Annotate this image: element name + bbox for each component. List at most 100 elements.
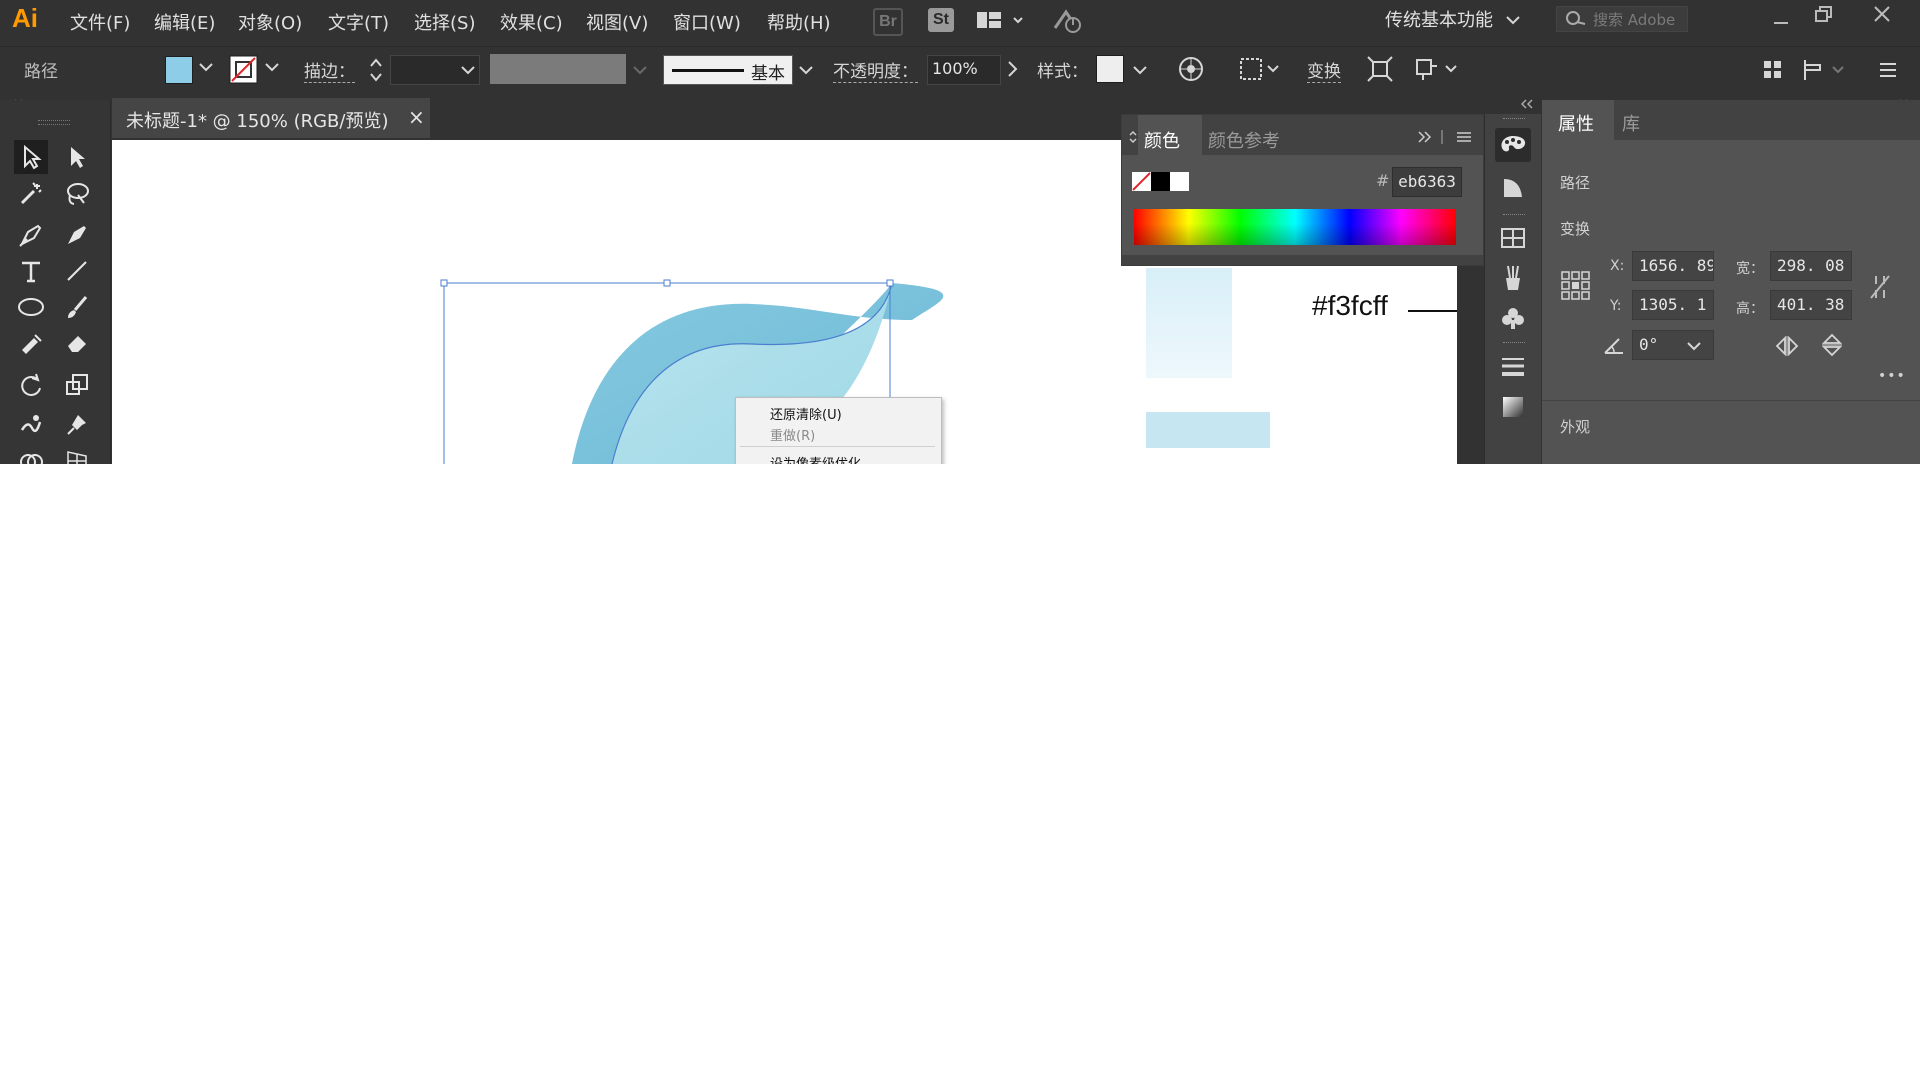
lasso-icon [67, 183, 89, 205]
align-selection-icon[interactable] [1237, 54, 1283, 84]
hex-input[interactable]: eb6363 [1392, 167, 1462, 197]
puppet-warp-tool[interactable] [60, 408, 94, 442]
ellipse-tool[interactable] [14, 290, 48, 324]
paintbrush-tool[interactable] [60, 290, 94, 324]
chevron-down-icon[interactable] [460, 64, 476, 76]
color-spectrum-bar[interactable] [1134, 209, 1456, 245]
line-tool[interactable] [60, 254, 94, 288]
workspace-switcher[interactable]: 传统基本功能 [1385, 6, 1493, 32]
bounding-handle[interactable] [886, 279, 894, 287]
arrange-panels-icon[interactable] [1762, 59, 1784, 81]
bounding-handle[interactable] [663, 279, 671, 287]
shape-builder-icon [20, 454, 43, 464]
stroke-panel-button[interactable] [1495, 350, 1531, 384]
tab-libraries[interactable]: 库 [1622, 110, 1640, 136]
curvature-tool[interactable] [60, 218, 94, 252]
color-guide-button[interactable] [1495, 171, 1531, 205]
expand-panels-icon[interactable] [1518, 98, 1536, 110]
y-position-field[interactable]: 1305. 1 p [1632, 290, 1714, 320]
swatches-button[interactable] [1495, 221, 1531, 255]
pen-tool[interactable] [14, 218, 48, 252]
rotate-tool[interactable] [14, 368, 48, 402]
variable-width-profile[interactable] [490, 54, 626, 84]
context-pixel-optimize[interactable]: 设为像素级优化 [770, 453, 861, 464]
height-field[interactable]: 401. 38 p [1770, 290, 1852, 320]
flip-vertical-icon[interactable] [1820, 332, 1844, 358]
recolor-artwork-icon[interactable] [1177, 55, 1205, 83]
chevron-down-icon[interactable] [198, 61, 214, 73]
chevron-down-icon[interactable] [1686, 340, 1702, 352]
tab-color[interactable]: 颜色 [1144, 127, 1180, 153]
isolate-object-icon[interactable] [1366, 55, 1394, 83]
perspective-grid-tool[interactable] [60, 444, 94, 464]
panel-resize-grip[interactable] [1122, 255, 1483, 265]
gpu-performance-icon[interactable] [1052, 8, 1084, 34]
more-options-button[interactable]: ••• [1878, 368, 1906, 384]
puppet-warp-icon[interactable] [1413, 54, 1461, 84]
pen-icon [19, 224, 42, 247]
menu-view[interactable]: 视图(V) [586, 9, 648, 35]
close-document-button[interactable]: × [408, 105, 425, 129]
magic-wand-tool[interactable] [14, 177, 48, 211]
reference-solid-swatch [1146, 412, 1270, 448]
scale-tool[interactable] [60, 368, 94, 402]
chevron-down-icon[interactable] [798, 64, 814, 76]
bounding-handle[interactable] [440, 279, 448, 287]
menu-effect[interactable]: 效果(C) [500, 9, 563, 35]
menu-file[interactable]: 文件(F) [70, 9, 130, 35]
fill-swatch[interactable] [165, 56, 193, 84]
menu-type[interactable]: 文字(T) [328, 9, 389, 35]
direct-selection-tool[interactable] [60, 140, 94, 174]
context-redo[interactable]: 重做(R) [770, 425, 815, 444]
stroke-none-swatch[interactable] [229, 55, 259, 85]
brushes-button[interactable] [1495, 261, 1531, 295]
distribute-icon[interactable] [1802, 57, 1848, 83]
opacity-label[interactable]: 不透明度： [833, 57, 918, 83]
width-field[interactable]: 298. 08 p [1770, 251, 1852, 281]
context-undo-clear[interactable]: 还原清除(U) [770, 404, 842, 423]
restore-icon[interactable] [1814, 5, 1834, 23]
arrange-documents-icon[interactable] [976, 10, 1028, 32]
close-window-icon[interactable] [1872, 4, 1892, 24]
constrain-proportions-icon[interactable] [1868, 272, 1892, 302]
bridge-button[interactable]: Br [873, 8, 903, 36]
type-tool[interactable] [14, 254, 48, 288]
transform-button[interactable]: 变换 [1307, 57, 1341, 83]
lasso-tool[interactable] [60, 177, 94, 211]
stroke-weight-stepper[interactable] [368, 55, 384, 85]
warp-tool[interactable] [14, 408, 48, 442]
search-adobe-field[interactable]: 搜索 Adobe [1556, 6, 1688, 32]
shaper-tool[interactable] [14, 326, 48, 360]
chevron-down-icon[interactable] [1132, 64, 1148, 76]
panel-options-icon[interactable] [1417, 129, 1477, 145]
opacity-field[interactable]: 100% [927, 55, 1001, 85]
updown-arrows-icon[interactable] [1128, 129, 1138, 145]
menu-object[interactable]: 对象(O) [238, 9, 302, 35]
chevron-down-icon[interactable] [264, 61, 280, 73]
flip-horizontal-icon[interactable] [1774, 334, 1800, 358]
document-tab[interactable]: 未标题-1* @ 150% (RGB/预览) × [112, 98, 430, 138]
shape-builder-tool[interactable] [14, 444, 48, 464]
menu-edit[interactable]: 编辑(E) [154, 9, 215, 35]
reference-point-icon[interactable] [1560, 270, 1592, 302]
tab-color-guide[interactable]: 颜色参考 [1208, 127, 1280, 153]
gradient-panel-button[interactable] [1495, 390, 1531, 424]
none-black-white-swatches[interactable] [1132, 171, 1192, 193]
context-menu: 还原清除(U) 重做(R) 设为像素级优化 [735, 397, 942, 464]
menu-help[interactable]: 帮助(H) [767, 9, 831, 35]
brush-definition[interactable]: 基本 [663, 55, 793, 85]
stock-button[interactable]: St [928, 8, 954, 32]
color-panel-button[interactable] [1495, 128, 1531, 162]
minimize-icon[interactable] [1772, 12, 1790, 26]
menu-select[interactable]: 选择(S) [414, 9, 475, 35]
panel-menu-icon[interactable] [1876, 59, 1898, 81]
menu-window[interactable]: 窗口(W) [673, 9, 741, 35]
tab-properties[interactable]: 属性 [1558, 110, 1594, 136]
chevron-right-icon[interactable] [1005, 60, 1019, 78]
x-position-field[interactable]: 1656. 89 [1632, 251, 1714, 281]
symbols-button[interactable] [1495, 301, 1531, 335]
eraser-tool[interactable] [60, 326, 94, 360]
selection-tool[interactable] [14, 140, 48, 174]
stroke-label[interactable]: 描边： [304, 57, 355, 83]
graphic-style-swatch[interactable] [1096, 55, 1124, 83]
